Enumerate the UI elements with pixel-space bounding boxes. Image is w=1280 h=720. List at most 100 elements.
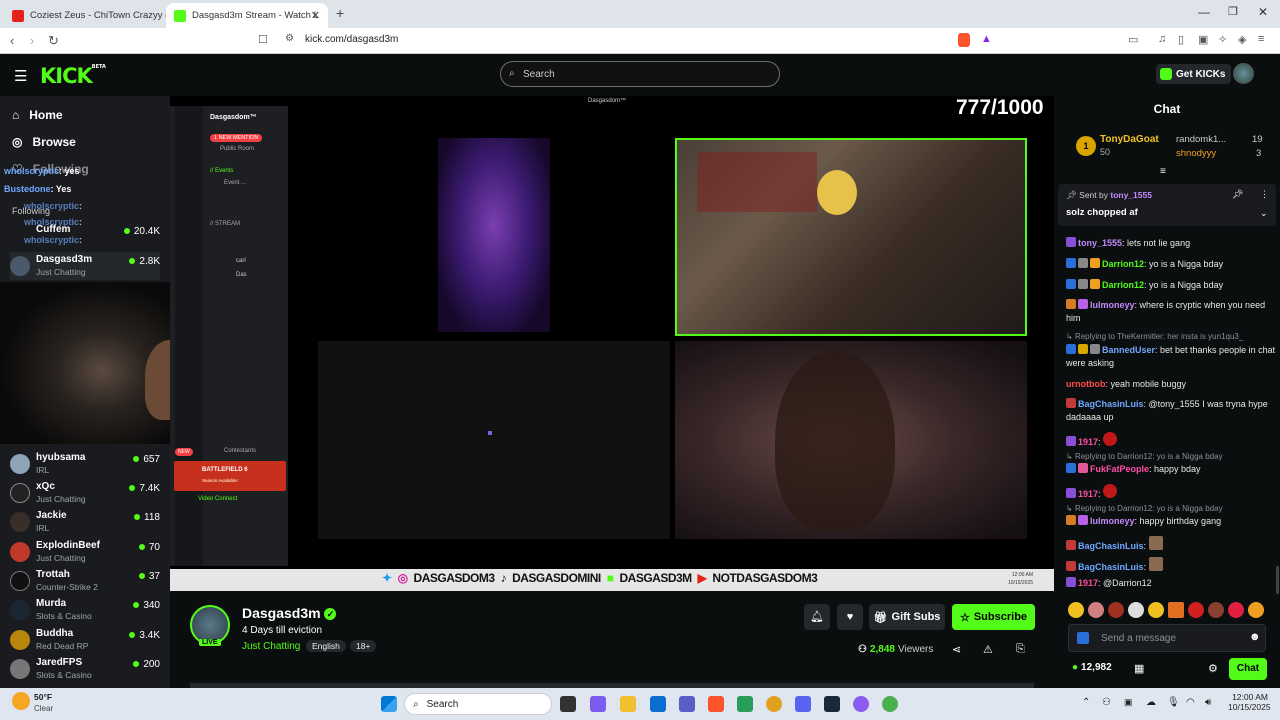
sidebar-channel-jackie[interactable]: Jackie IRL 118 (10, 508, 160, 536)
leaderboard-user[interactable]: randomk1... (1176, 134, 1226, 145)
leaderboard-top-user[interactable]: TonyDaGoat (1100, 134, 1159, 145)
sidebar-channel-trottah[interactable]: Trottah Counter-Strike 2 37 (10, 567, 160, 595)
app-icon[interactable] (853, 696, 869, 712)
nav-browse[interactable]: ◎ Browse (12, 135, 76, 149)
sidebar-channel-xqc[interactable]: xQc Just Chatting 7.4K (10, 479, 160, 507)
user-avatar[interactable] (1233, 63, 1254, 84)
gift-subs-button[interactable]: 🎁︎ Gift Subs (869, 604, 945, 630)
follow-button[interactable]: ♥ (837, 604, 863, 630)
report-icon[interactable]: ⚠ (983, 643, 993, 656)
emote[interactable] (1148, 602, 1164, 618)
chat-input[interactable]: Send a message ☻ (1068, 624, 1266, 652)
app-icon[interactable] (737, 696, 753, 712)
site-info-icon[interactable]: ⚙ (285, 33, 294, 44)
streamer-name-row[interactable]: Dasgasd3m ✓ (242, 605, 337, 621)
tray-chevron-icon[interactable]: ⌃ (1082, 697, 1090, 708)
kick-logo[interactable]: KICKBETA (40, 64, 106, 88)
subscribe-button[interactable]: ☆ Subscribe (952, 604, 1035, 630)
leaderboard-user[interactable]: shnodyyy (1176, 148, 1216, 159)
browser-tab-active[interactable]: Dasgasd3m Stream - Watch L ✕ (166, 3, 328, 28)
sidebar-channel-buddha[interactable]: Buddha Red Dead RP 3.4K (10, 626, 160, 654)
sidebar-channel-jaredfps[interactable]: JaredFPS Slots & Casino 200 (10, 655, 160, 683)
teams-icon[interactable] (679, 696, 695, 712)
nav-home[interactable]: ⌂ Home (12, 108, 63, 122)
brave-shield-icon[interactable] (958, 33, 970, 47)
url-field[interactable]: kick.com/dasgasd3m (305, 34, 398, 45)
taskbar-search[interactable]: ⌕ Search (404, 693, 552, 715)
tray-app-icon[interactable]: ▣ (1124, 697, 1133, 708)
wifi-icon[interactable]: ◠ (1186, 697, 1195, 708)
pin-icon[interactable]: 📌︎ (1232, 189, 1243, 200)
clip-icon[interactable]: ⎘ (1016, 643, 1025, 656)
minimize-icon[interactable]: — (1198, 5, 1210, 19)
settings-gear-icon[interactable]: ⚙ (1208, 662, 1218, 675)
chrome-icon[interactable] (882, 696, 898, 712)
sidebar-channel-explodinbeef[interactable]: ExplodinBeef Just Chatting 70 (10, 538, 160, 566)
get-kicks-button[interactable]: Get KICKs (1156, 64, 1232, 84)
file-explorer-icon[interactable] (620, 696, 636, 712)
emote[interactable] (1248, 602, 1264, 618)
maximize-icon[interactable]: ❐ (1228, 5, 1238, 18)
emote[interactable] (1108, 602, 1124, 618)
emote[interactable] (1088, 602, 1104, 618)
store-icon[interactable]: ▦ (1134, 662, 1144, 675)
sidebar-channel-cuffem[interactable]: Cuffem 20.4K (10, 222, 160, 250)
sidebar-icon[interactable]: ▯ (1178, 33, 1184, 46)
tray-app-icon[interactable]: ⚇ (1102, 697, 1111, 708)
vpn-icon[interactable]: ◈ (1238, 33, 1246, 46)
chat-scrollbar[interactable] (1276, 566, 1279, 594)
sidebar-channel-dasgasd3m[interactable]: Dasgasd3m Just Chatting 2.8K (10, 252, 160, 280)
more-options-icon[interactable]: ⋮ (1260, 189, 1269, 200)
forward-icon[interactable]: › (30, 33, 34, 48)
tag-18-plus[interactable]: 18+ (350, 640, 377, 652)
chevron-down-icon[interactable]: ⌄ (1260, 208, 1268, 219)
cloud-icon[interactable]: ☁ (1146, 697, 1156, 708)
notification-bell-button[interactable]: 🔔︎ (804, 604, 830, 630)
kicks-balance[interactable]: ● 12,982 (1072, 662, 1112, 673)
taskbar-clock[interactable]: 12:00 AM 10/15/2025 (1228, 692, 1271, 712)
weather-temp[interactable]: 50°F (34, 692, 52, 702)
send-chat-button[interactable]: Chat (1229, 658, 1267, 680)
outlook-icon[interactable] (650, 696, 666, 712)
video-player[interactable]: Dasgasdom™ 1 NEW MENTION Public Room // … (170, 96, 1054, 591)
back-icon[interactable]: ‹ (10, 33, 14, 48)
emoji-picker-icon[interactable]: ☻ (1249, 631, 1261, 643)
wallet-icon[interactable]: ▣ (1198, 33, 1208, 46)
task-view-icon[interactable] (560, 696, 576, 712)
search-input[interactable]: ⌕ Search (500, 61, 780, 87)
browser-tab[interactable]: Coziest Zeus - ChiTown Crazyy (Offici (4, 3, 166, 28)
expand-leaderboard-icon[interactable]: ≡ (1160, 166, 1166, 177)
start-button-icon[interactable] (381, 696, 397, 712)
chrome-icon[interactable] (766, 696, 782, 712)
emote[interactable] (1228, 602, 1244, 618)
emote (1148, 557, 1163, 571)
brave-icon[interactable] (708, 696, 724, 712)
microphone-icon[interactable]: 🎙︎ (1167, 697, 1180, 708)
share-icon[interactable]: ⋖ (952, 643, 961, 656)
music-icon[interactable]: ♫ (1158, 33, 1166, 45)
discord-icon[interactable] (795, 696, 811, 712)
emote[interactable] (1208, 602, 1224, 618)
steam-icon[interactable] (824, 696, 840, 712)
reload-icon[interactable]: ↻ (48, 33, 59, 49)
emote[interactable] (1188, 602, 1204, 618)
emote[interactable] (1168, 602, 1184, 618)
tag-english[interactable]: English (306, 640, 346, 652)
sidebar-channel-hyubsama[interactable]: hyubsama IRL 657 (10, 450, 160, 478)
cast-icon[interactable]: ▭ (1128, 33, 1138, 46)
leo-icon[interactable]: ✧ (1218, 33, 1227, 46)
emote[interactable] (1128, 602, 1144, 618)
bookmark-icon[interactable]: ☐ (258, 33, 268, 46)
new-tab-icon[interactable]: + (336, 5, 344, 21)
close-window-icon[interactable]: ✕ (1258, 5, 1268, 19)
emote[interactable] (1068, 602, 1084, 618)
stream-category-link[interactable]: Just Chatting (242, 641, 300, 652)
copilot-icon[interactable] (590, 696, 606, 712)
weather-icon[interactable] (12, 692, 30, 710)
brave-rewards-icon[interactable]: ▲ (981, 33, 992, 45)
menu-icon[interactable]: ≡ (1258, 33, 1264, 45)
hamburger-menu-icon[interactable]: ☰ (14, 67, 27, 85)
close-tab-icon[interactable]: ✕ (311, 9, 320, 22)
volume-icon[interactable]: 🔊︎ (1205, 697, 1211, 708)
sidebar-channel-murda[interactable]: Murda Slots & Casino 340 (10, 596, 160, 624)
